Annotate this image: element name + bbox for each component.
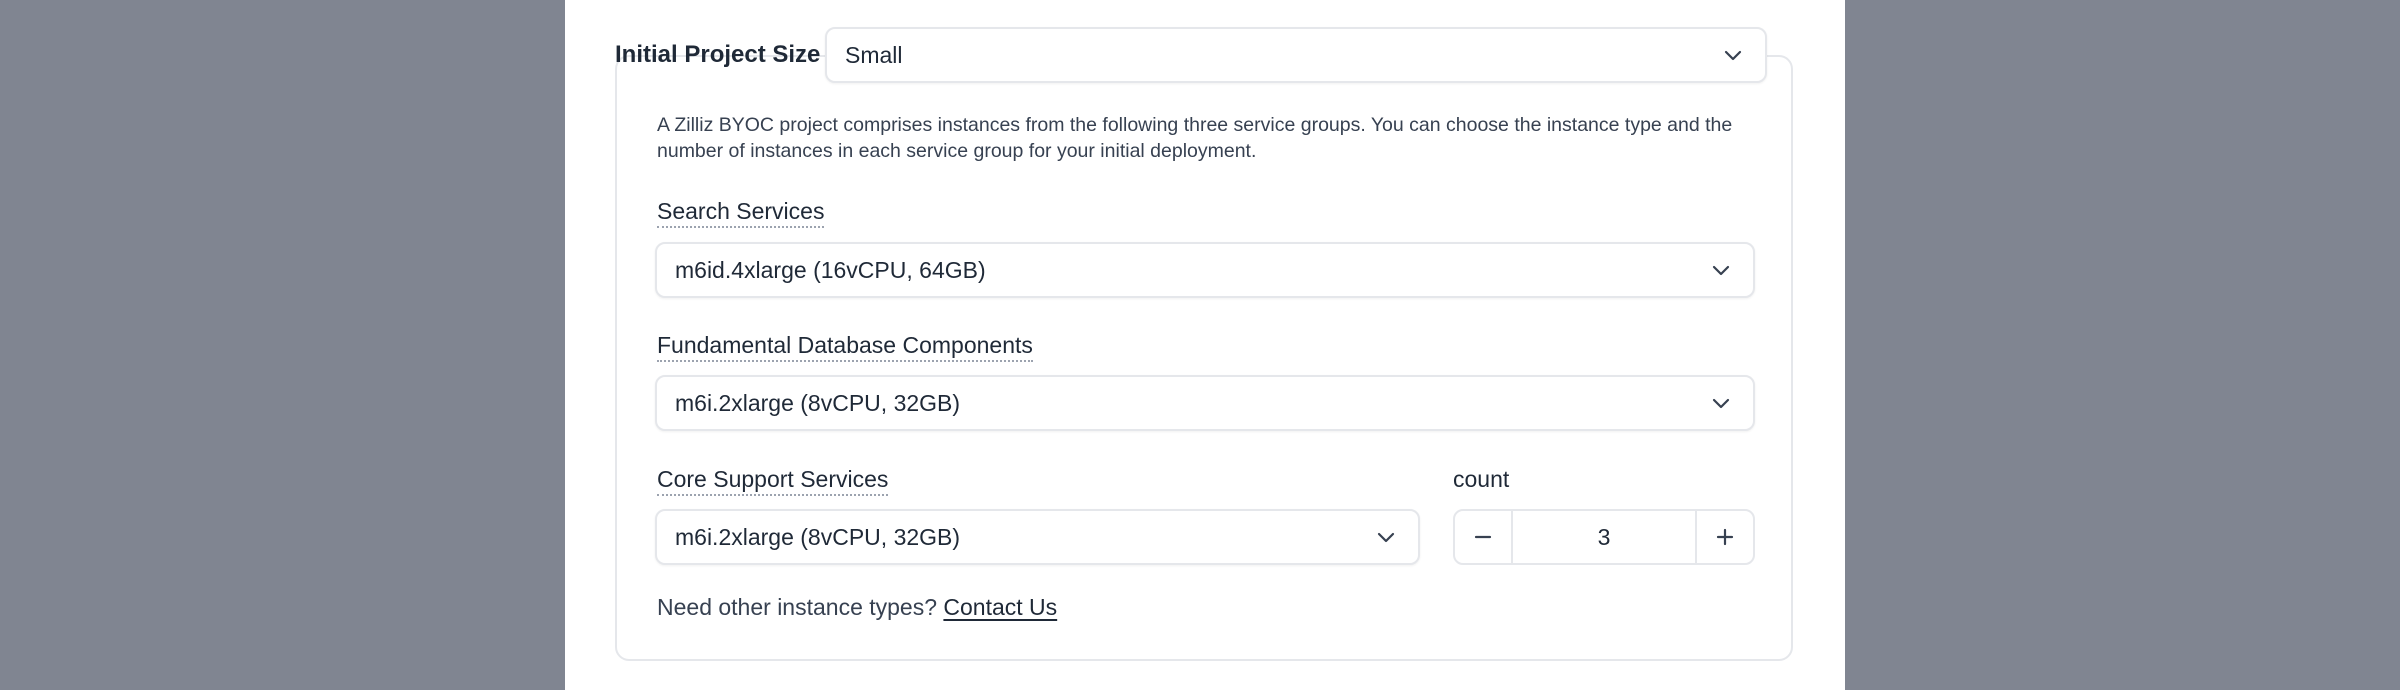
minus-icon xyxy=(1474,535,1492,539)
project-size-value: Small xyxy=(845,42,903,68)
chevron-down-icon xyxy=(1724,50,1742,61)
modal-panel: A Zilliz BYOC project comprises instance… xyxy=(565,0,1845,690)
count-label: count xyxy=(1453,466,1510,492)
project-size-row: Initial Project Size Small xyxy=(615,27,1806,83)
contact-us-link[interactable]: Contact Us xyxy=(943,594,1057,620)
search-services-value: m6id.4xlarge (16vCPU, 64GB) xyxy=(675,257,986,283)
decrement-button[interactable] xyxy=(1455,511,1511,563)
chevron-down-icon xyxy=(1712,398,1730,409)
chevron-down-icon xyxy=(1377,532,1395,543)
increment-button[interactable] xyxy=(1697,511,1753,563)
search-services-select[interactable]: m6id.4xlarge (16vCPU, 64GB) xyxy=(655,242,1755,298)
fundamental-components-select[interactable]: m6i.2xlarge (8vCPU, 32GB) xyxy=(655,375,1755,431)
help-text: Need other instance types? Contact Us xyxy=(657,592,1057,622)
chevron-down-icon xyxy=(1712,265,1730,276)
core-support-label: Core Support Services xyxy=(657,465,889,496)
plus-icon xyxy=(1716,528,1734,546)
fundamental-components-value: m6i.2xlarge (8vCPU, 32GB) xyxy=(675,390,961,416)
count-stepper: 3 xyxy=(1453,509,1755,565)
core-support-value: m6i.2xlarge (8vCPU, 32GB) xyxy=(675,524,961,550)
project-size-select[interactable]: Small xyxy=(825,27,1767,83)
fundamental-components-label: Fundamental Database Components xyxy=(657,331,1033,362)
project-size-label: Initial Project Size xyxy=(615,41,821,68)
core-support-select[interactable]: m6i.2xlarge (8vCPU, 32GB) xyxy=(655,509,1420,565)
service-groups-card: A Zilliz BYOC project comprises instance… xyxy=(615,55,1793,661)
service-groups-description: A Zilliz BYOC project comprises instance… xyxy=(657,114,1733,162)
help-question: Need other instance types? xyxy=(657,594,938,620)
search-services-label: Search Services xyxy=(657,197,825,228)
count-input[interactable]: 3 xyxy=(1511,511,1697,563)
